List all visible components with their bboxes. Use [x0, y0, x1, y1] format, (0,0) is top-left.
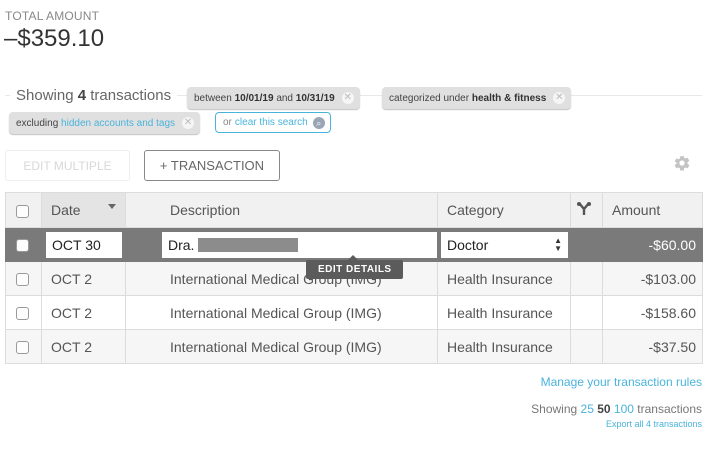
select-arrows-icon: ▲ ▼ — [554, 235, 562, 253]
description-edit-field[interactable]: Dra. — [162, 231, 437, 258]
showing-suffix: transactions — [90, 87, 172, 104]
split-column-header[interactable] — [570, 192, 603, 228]
row-description: International Medical Group (IMG) — [125, 329, 438, 364]
row-amount: -$158.60 — [602, 295, 703, 330]
row-date: OCT 2 — [41, 329, 126, 364]
row-checkbox[interactable] — [16, 341, 29, 355]
row-amount: -$37.50 — [602, 329, 703, 364]
table-row[interactable]: OCT 2 International Medical Group (IMG) … — [5, 329, 703, 364]
row-date: OCT 2 — [41, 261, 126, 296]
row-amount: -$60.00 — [602, 227, 703, 262]
total-amount-value: –$359.10 — [4, 25, 105, 52]
date-filter-chip[interactable]: between 10/01/19 and 10/31/19 ✕ — [187, 87, 360, 109]
description-column-header[interactable]: Description — [125, 192, 438, 228]
row-checkbox[interactable] — [16, 307, 29, 321]
clear-search-chip[interactable]: or clear this search ⌕ — [215, 112, 331, 133]
clear-search-link[interactable]: clear this search — [235, 117, 308, 128]
page-size-50[interactable]: 50 — [597, 402, 610, 416]
select-all-checkbox[interactable] — [16, 204, 29, 218]
close-icon[interactable]: ✕ — [553, 92, 566, 104]
exclude-filter-chip[interactable]: excluding hidden accounts and tags ✕ — [9, 112, 201, 134]
edit-details-button[interactable]: EDIT DETAILS — [306, 255, 403, 279]
search-icon: ⌕ — [312, 116, 325, 129]
export-link[interactable]: Export all 4 transactions — [606, 419, 702, 429]
split-icon — [577, 201, 591, 215]
total-amount-label: TOTAL AMOUNT — [5, 9, 100, 23]
page-size-selector: Showing 25 50 100 transactions — [531, 402, 702, 416]
hidden-accounts-link[interactable]: hidden accounts and tags — [61, 118, 175, 129]
row-description: International Medical Group (IMG) — [125, 295, 438, 330]
row-category: Health Insurance — [437, 329, 571, 364]
date-edit-field[interactable]: OCT 30 — [46, 231, 122, 258]
category-filter-chip[interactable]: categorized under health & fitness ✕ — [382, 87, 572, 109]
redacted-text — [198, 237, 299, 252]
edit-multiple-button[interactable]: EDIT MULTIPLE — [5, 150, 130, 181]
row-category: Health Insurance — [437, 261, 571, 296]
sort-caret-icon[interactable] — [108, 204, 116, 209]
category-column-header[interactable]: Category — [437, 192, 571, 228]
row-checkbox[interactable] — [16, 239, 29, 253]
page-size-25[interactable]: 25 — [581, 402, 594, 416]
showing-prefix: Showing — [16, 87, 74, 104]
row-checkbox[interactable] — [16, 273, 29, 287]
row-amount: -$103.00 — [602, 261, 703, 296]
add-transaction-button[interactable]: + TRANSACTION — [144, 150, 280, 181]
table-row[interactable]: OCT 2 International Medical Group (IMG) … — [5, 295, 703, 330]
row-category: Health Insurance — [437, 295, 571, 330]
table-header: Date Description Category Amount — [5, 192, 703, 228]
category-select[interactable]: Doctor ▲ ▼ — [441, 231, 568, 258]
transaction-count: 4 — [77, 87, 87, 104]
showing-summary: Showing 4 transactions — [10, 87, 178, 104]
page-size-100[interactable]: 100 — [614, 402, 634, 416]
amount-column-header[interactable]: Amount — [602, 192, 703, 228]
close-icon[interactable]: ✕ — [341, 92, 354, 104]
close-icon[interactable]: ✕ — [182, 117, 195, 129]
date-column-header[interactable]: Date — [41, 192, 126, 228]
manage-rules-link[interactable]: Manage your transaction rules — [541, 375, 702, 389]
select-all-header[interactable] — [5, 192, 42, 228]
gear-icon[interactable] — [673, 154, 691, 172]
row-date: OCT 2 — [41, 295, 126, 330]
